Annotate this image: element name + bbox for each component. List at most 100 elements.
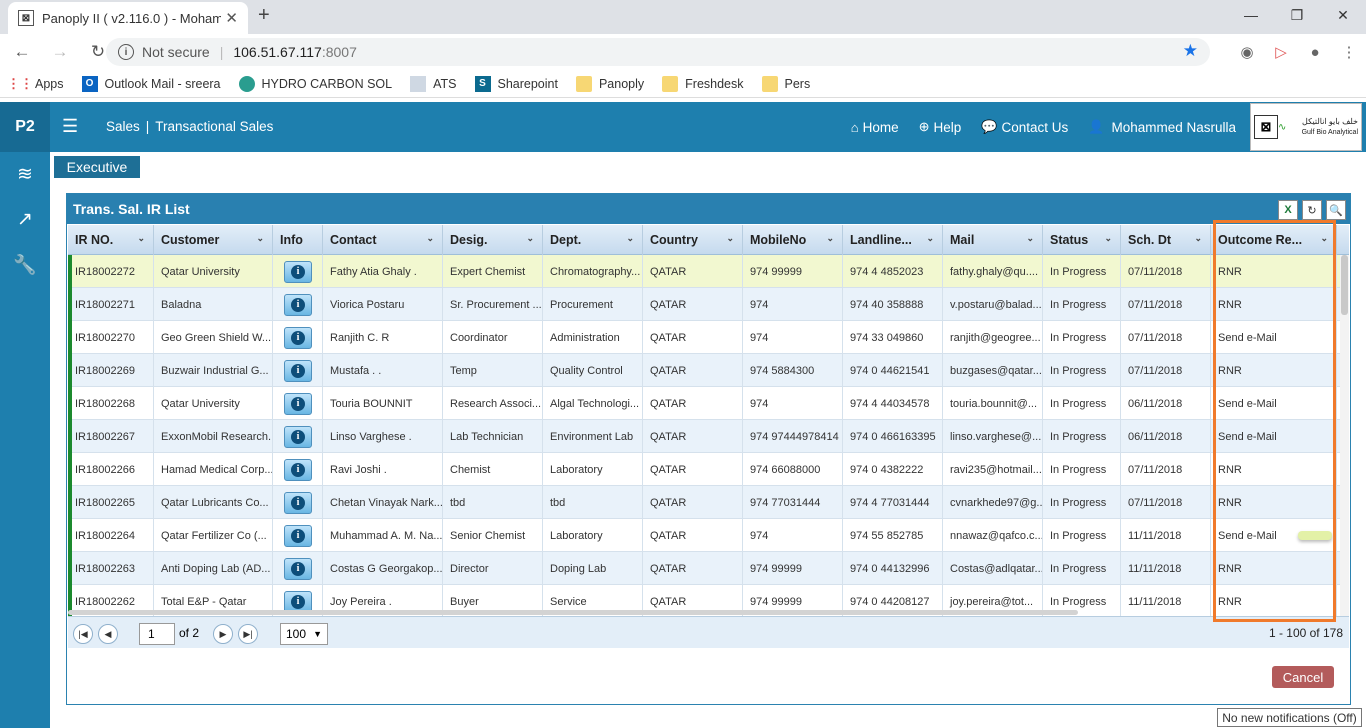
- info-button[interactable]: i: [284, 524, 312, 547]
- cell-desig: tbd: [443, 486, 543, 519]
- main-content: Executive Trans. Sal. IR List X ↻ 🔍 IR N…: [50, 152, 1366, 728]
- info-button[interactable]: i: [284, 425, 312, 448]
- extension-cast-icon[interactable]: ▷: [1264, 43, 1298, 61]
- column-menu-icon[interactable]: ⌄: [137, 233, 145, 244]
- info-button[interactable]: i: [284, 392, 312, 415]
- restore-icon[interactable]: ❐: [1274, 0, 1320, 32]
- info-icon[interactable]: i: [118, 44, 134, 60]
- column-header[interactable]: Desig. ⌄: [443, 225, 543, 255]
- column-menu-icon[interactable]: ⌄: [726, 233, 734, 244]
- executive-button[interactable]: Executive: [54, 156, 140, 178]
- next-page-icon[interactable]: ▶: [213, 624, 233, 644]
- info-button[interactable]: i: [284, 491, 312, 514]
- nav-help[interactable]: ⊕ Help: [919, 119, 962, 135]
- nav-home[interactable]: ⌂ Home: [851, 119, 899, 135]
- info-cell: i: [273, 453, 323, 486]
- bookmark-panoply[interactable]: Panoply: [575, 75, 644, 92]
- table-row[interactable]: IR18002267 ExxonMobil Research... i Linso V…: [68, 420, 1349, 453]
- column-menu-icon[interactable]: ⌄: [926, 233, 934, 244]
- search-icon[interactable]: 🔍: [1326, 200, 1346, 220]
- table-row[interactable]: IR18002268 Qatar University i Touria BOUNNI…: [68, 387, 1349, 420]
- column-menu-icon[interactable]: ⌄: [426, 233, 434, 244]
- bookmark-freshdesk[interactable]: Freshdesk: [662, 75, 744, 92]
- table-row[interactable]: IR18002272 Qatar University i Fathy Atia Gh…: [68, 255, 1349, 288]
- column-menu-icon[interactable]: ⌄: [526, 233, 534, 244]
- close-tab-icon[interactable]: ✕: [225, 9, 238, 27]
- column-menu-icon[interactable]: ⌄: [826, 233, 834, 244]
- database-icon[interactable]: ≋: [0, 152, 50, 197]
- nav-contact[interactable]: 💬 Contact Us: [981, 119, 1068, 135]
- new-tab-icon[interactable]: +: [258, 4, 270, 27]
- breadcrumb-module[interactable]: Sales: [106, 119, 140, 134]
- cell-status: In Progress: [1043, 255, 1121, 288]
- table-row[interactable]: IR18002266 Hamad Medical Corp... i Ravi Jos…: [68, 453, 1349, 486]
- column-header[interactable]: Status ⌄: [1043, 225, 1121, 255]
- app-brand[interactable]: P2: [0, 102, 50, 152]
- column-header[interactable]: MobileNo ⌄: [743, 225, 843, 255]
- table-row[interactable]: IR18002264 Qatar Fertilizer Co (... i Muham…: [68, 519, 1349, 552]
- close-window-icon[interactable]: ✕: [1320, 0, 1366, 32]
- column-header[interactable]: Landline... ⌄: [843, 225, 943, 255]
- bookmark-star-icon[interactable]: ★: [1183, 41, 1198, 61]
- scroll-thumb[interactable]: [1341, 255, 1348, 315]
- info-button[interactable]: i: [284, 557, 312, 580]
- back-icon[interactable]: ←: [6, 42, 38, 62]
- column-menu-icon[interactable]: ⌄: [256, 233, 264, 244]
- info-button[interactable]: i: [284, 260, 312, 283]
- cell-mobile: 974 99999: [743, 255, 843, 288]
- chart-line-icon[interactable]: ↗: [0, 197, 50, 242]
- table-row[interactable]: IR18002263 Anti Doping Lab (AD... i Costas …: [68, 552, 1349, 585]
- refresh-icon[interactable]: ↻: [1302, 200, 1322, 220]
- column-menu-icon[interactable]: ⌄: [1194, 233, 1202, 244]
- bookmark-sharepoint[interactable]: S Sharepoint: [474, 75, 558, 92]
- column-menu-icon[interactable]: ⌄: [626, 233, 634, 244]
- profile-icon[interactable]: ●: [1298, 44, 1332, 61]
- column-header[interactable]: IR NO. ⌄: [68, 225, 154, 255]
- table-row[interactable]: IR18002265 Qatar Lubricants Co... i Chetan …: [68, 486, 1349, 519]
- horizontal-scrollbar[interactable]: [68, 610, 1078, 615]
- info-button[interactable]: i: [284, 293, 312, 316]
- vertical-scrollbar[interactable]: [1340, 255, 1349, 616]
- bookmark-outlook[interactable]: O Outlook Mail - sreera: [81, 75, 221, 92]
- minimize-icon[interactable]: —: [1228, 0, 1274, 32]
- column-header[interactable]: Customer ⌄: [154, 225, 273, 255]
- last-page-icon[interactable]: ▶|: [238, 624, 258, 644]
- column-header[interactable]: Mail ⌄: [943, 225, 1043, 255]
- info-button[interactable]: i: [284, 458, 312, 481]
- breadcrumb-page[interactable]: Transactional Sales: [155, 119, 273, 134]
- column-header[interactable]: Sch. Dt ⌄: [1121, 225, 1211, 255]
- wrench-icon[interactable]: 🔧: [0, 242, 50, 287]
- column-menu-icon[interactable]: ⌄: [1104, 233, 1112, 244]
- excel-export-icon[interactable]: X: [1278, 200, 1298, 220]
- column-header[interactable]: Info: [273, 225, 323, 255]
- table-row[interactable]: IR18002271 Baladna i Viorica Postaru Sr. Pro…: [68, 288, 1349, 321]
- prev-page-icon[interactable]: ◀: [98, 624, 118, 644]
- nav-user[interactable]: 👤 Mohammed Nasrulla: [1088, 119, 1236, 135]
- column-header[interactable]: Country ⌄: [643, 225, 743, 255]
- table-row[interactable]: IR18002270 Geo Green Shield W.... i Ranjith…: [68, 321, 1349, 354]
- info-button[interactable]: i: [284, 326, 312, 349]
- cell-customer: Qatar University: [154, 387, 273, 420]
- cell-customer: Geo Green Shield W....: [154, 321, 273, 354]
- bookmark-pers[interactable]: Pers: [761, 75, 810, 92]
- bookmark-ats[interactable]: ATS: [410, 75, 457, 92]
- column-menu-icon[interactable]: ⌄: [1026, 233, 1034, 244]
- cancel-button[interactable]: Cancel: [1272, 666, 1334, 688]
- extension-record-icon[interactable]: ◉: [1230, 43, 1264, 61]
- bookmark-hydrocarbon[interactable]: HYDRO CARBON SOL: [238, 75, 392, 92]
- cell-contact: Ravi Joshi .: [323, 453, 443, 486]
- menu-kebab-icon[interactable]: ⋮: [1332, 43, 1366, 61]
- first-page-icon[interactable]: |◀: [73, 624, 93, 644]
- browser-tab[interactable]: ⊠ Panoply II ( v2.116.0 ) - Mohamm ✕: [8, 2, 248, 34]
- page-input[interactable]: 1: [139, 623, 175, 645]
- table-row[interactable]: IR18002269 Buzwair Industrial G... i Mustaf…: [68, 354, 1349, 387]
- info-button[interactable]: i: [284, 359, 312, 382]
- info-cell: i: [273, 321, 323, 354]
- column-header[interactable]: Dept. ⌄: [543, 225, 643, 255]
- forward-icon[interactable]: →: [44, 42, 76, 62]
- url-field[interactable]: i Not secure | 106.51.67.117 :8007 ★: [106, 38, 1210, 66]
- hamburger-menu-icon[interactable]: ☰: [62, 116, 78, 137]
- column-header[interactable]: Contact ⌄: [323, 225, 443, 255]
- bookmark-apps[interactable]: ⋮⋮ Apps: [7, 76, 64, 92]
- page-size-select[interactable]: 100 ▼: [280, 623, 328, 645]
